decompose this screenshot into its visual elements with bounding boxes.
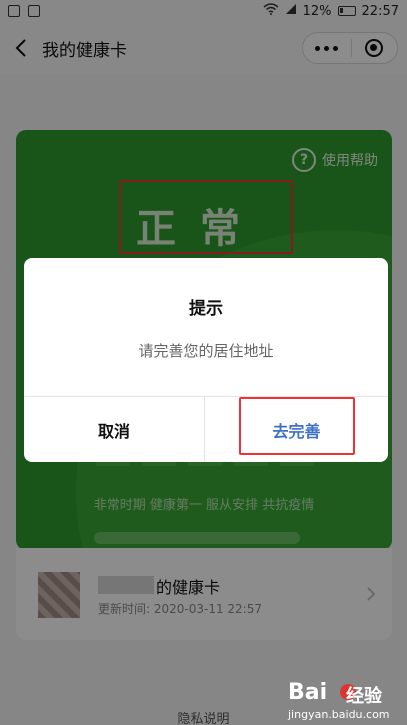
baidu-watermark: Bai 经验 jingyan.baidu.com xyxy=(288,680,406,722)
dialog-footer: 取消 去完善 xyxy=(24,396,388,462)
complete-address-button[interactable]: 去完善 xyxy=(205,397,388,462)
watermark-url: jingyan.baidu.com xyxy=(288,708,390,721)
prompt-dialog: 提示 请完善您的居住地址 取消 去完善 xyxy=(24,258,388,462)
confirm-highlight-box xyxy=(239,397,355,455)
dialog-title: 提示 xyxy=(189,299,223,319)
watermark-brand: Bai xyxy=(288,680,328,705)
dialog-message: 请完善您的居住地址 xyxy=(138,342,274,360)
cancel-button[interactable]: 取消 xyxy=(24,397,205,462)
watermark-sub: 经验 xyxy=(346,686,382,707)
